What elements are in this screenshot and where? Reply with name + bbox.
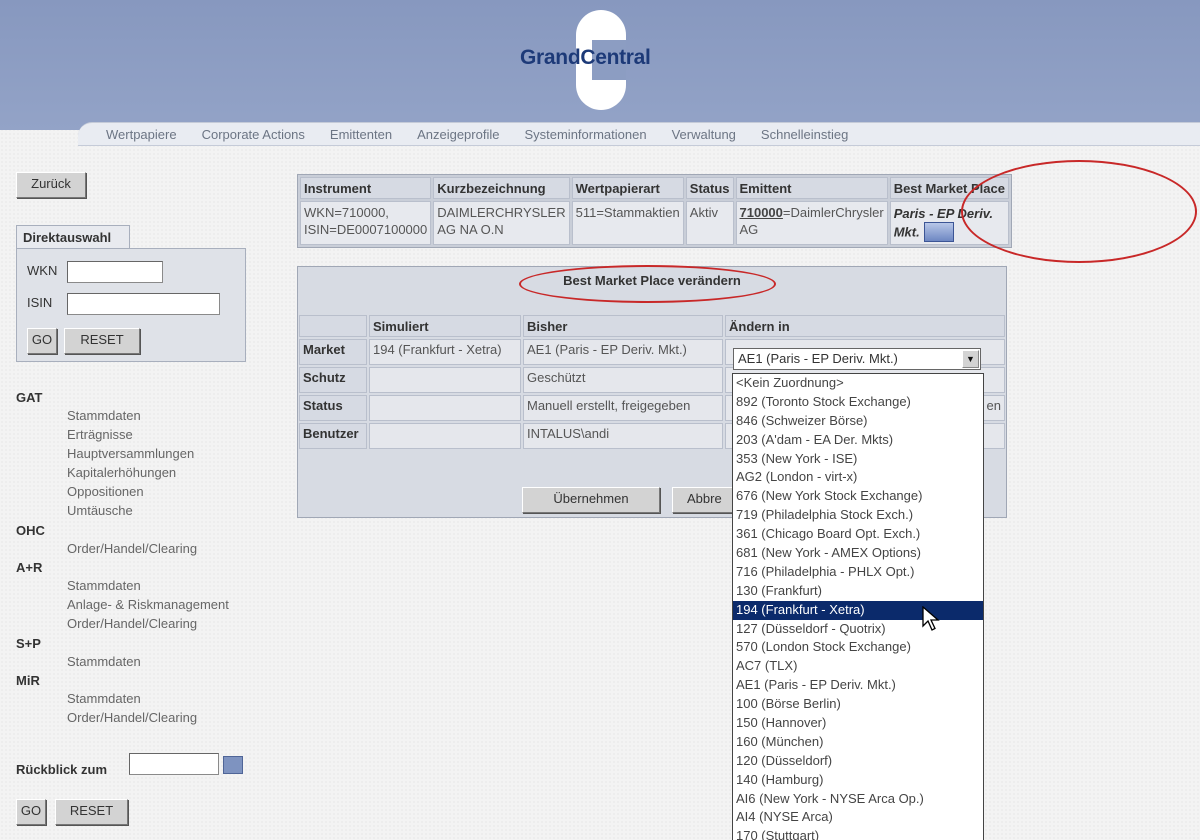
- back-button[interactable]: Zurück: [16, 172, 86, 198]
- link-gat-umtaeusche[interactable]: Umtäusche: [67, 503, 133, 518]
- direkt-go-button[interactable]: GO: [27, 328, 57, 354]
- col-emittent: Emittent: [735, 177, 888, 199]
- row-label-market: Market: [299, 339, 367, 365]
- wkn-label: WKN: [27, 263, 58, 278]
- section-mir: MiR: [16, 673, 40, 688]
- emittent-link[interactable]: 710000: [740, 205, 783, 220]
- dropdown-option[interactable]: 140 (Hamburg): [733, 771, 983, 790]
- nav-systeminformationen[interactable]: Systeminformationen: [524, 127, 646, 142]
- instrument-cell: WKN=710000, ISIN=DE0007100000: [300, 201, 432, 246]
- link-mir-order[interactable]: Order/Handel/Clearing: [67, 710, 197, 725]
- dropdown-option[interactable]: 127 (Düsseldorf - Quotrix): [733, 620, 983, 639]
- rueckblick-reset-button[interactable]: RESET: [55, 799, 128, 825]
- rueckblick-date-input[interactable]: [129, 753, 219, 775]
- calendar-icon[interactable]: [223, 756, 243, 774]
- dropdown-option[interactable]: 570 (London Stock Exchange): [733, 638, 983, 657]
- row-label-benutzer: Benutzer: [299, 423, 367, 449]
- dropdown-option[interactable]: 719 (Philadelphia Stock Exch.): [733, 506, 983, 525]
- change-panel-title: Best Market Place verändern: [563, 273, 741, 288]
- col-aendern-in: Ändern in: [725, 315, 1005, 337]
- direkt-reset-button[interactable]: RESET: [64, 328, 140, 354]
- col-best-market-place: Best Market Place: [889, 177, 1009, 199]
- instrument-info-table: Instrument Kurzbezeichnung Wertpapierart…: [297, 174, 1012, 249]
- row-label-schutz: Schutz: [299, 367, 367, 393]
- section-ohc: OHC: [16, 523, 45, 538]
- isin-input[interactable]: [67, 293, 220, 315]
- link-ohc-order[interactable]: Order/Handel/Clearing: [67, 541, 197, 556]
- dropdown-option[interactable]: 353 (New York - ISE): [733, 450, 983, 469]
- dropdown-option[interactable]: 150 (Hannover): [733, 714, 983, 733]
- dropdown-option[interactable]: AI4 (NYSE Arca): [733, 808, 983, 827]
- main-nav: Wertpapiere Corporate Actions Emittenten…: [78, 122, 1200, 146]
- col-bisher: Bisher: [523, 315, 723, 337]
- rueckblick-label: Rückblick zum: [16, 762, 108, 777]
- link-gat-ertraegnisse[interactable]: Erträgnisse: [67, 427, 133, 442]
- link-mir-stammdaten[interactable]: Stammdaten: [67, 691, 141, 706]
- dropdown-option[interactable]: 846 (Schweizer Börse): [733, 412, 983, 431]
- table-row: WKN=710000, ISIN=DE0007100000 DAIMLERCHR…: [300, 201, 1009, 246]
- link-gat-oppositionen[interactable]: Oppositionen: [67, 484, 144, 499]
- link-ar-order[interactable]: Order/Handel/Clearing: [67, 616, 197, 631]
- nav-corporate-actions[interactable]: Corporate Actions: [202, 127, 305, 142]
- nav-schnelleinstieg[interactable]: Schnelleinstieg: [761, 127, 848, 142]
- col-instrument: Instrument: [300, 177, 432, 199]
- market-dropdown-list[interactable]: <Kein Zuordnung> 892 (Toronto Stock Excha…: [732, 373, 984, 840]
- dropdown-option[interactable]: 130 (Frankfurt): [733, 582, 983, 601]
- cancel-button[interactable]: Abbre: [672, 487, 734, 513]
- rueckblick-go-button[interactable]: GO: [16, 799, 46, 825]
- logo-text: GrandCentral: [520, 46, 651, 69]
- emittent-cell: 710000=DaimlerChrysler AG: [735, 201, 888, 246]
- dropdown-option[interactable]: 203 (A'dam - EA Der. Mkts): [733, 431, 983, 450]
- apply-button[interactable]: Übernehmen: [522, 487, 660, 513]
- wkn-input[interactable]: [67, 261, 163, 283]
- wertpapierart-cell: 511=Stammaktien: [571, 201, 684, 246]
- dropdown-option[interactable]: 716 (Philadelphia - PHLX Opt.): [733, 563, 983, 582]
- direktauswahl-panel: WKN ISIN GO RESET: [16, 248, 246, 362]
- col-wertpapierart: Wertpapierart: [571, 177, 684, 199]
- dropdown-option[interactable]: AG2 (London - virt-x): [733, 468, 983, 487]
- dropdown-option[interactable]: AC7 (TLX): [733, 657, 983, 676]
- link-gat-kapitalerhoehungen[interactable]: Kapitalerhöhungen: [67, 465, 176, 480]
- col-kurzbezeichnung: Kurzbezeichnung: [433, 177, 570, 199]
- dropdown-option[interactable]: <Kein Zuordnung>: [733, 374, 983, 393]
- dropdown-option[interactable]: 892 (Toronto Stock Exchange): [733, 393, 983, 412]
- best-market-place-cell: Paris - EP Deriv. Mkt.: [889, 201, 1009, 246]
- dropdown-option[interactable]: AI6 (New York - NYSE Arca Op.): [733, 790, 983, 809]
- app-header: GrandCentral: [0, 0, 1200, 130]
- market-select-value: AE1 (Paris - EP Deriv. Mkt.): [738, 351, 898, 366]
- dropdown-option[interactable]: 170 (Stuttgart): [733, 827, 983, 840]
- dropdown-option[interactable]: 100 (Börse Berlin): [733, 695, 983, 714]
- dropdown-option[interactable]: 676 (New York Stock Exchange): [733, 487, 983, 506]
- link-gat-hauptversammlungen[interactable]: Hauptversammlungen: [67, 446, 194, 461]
- link-ar-riskmanagement[interactable]: Anlage- & Riskmanagement: [67, 597, 229, 612]
- link-gat-stammdaten[interactable]: Stammdaten: [67, 408, 141, 423]
- status-cell: Aktiv: [685, 201, 734, 246]
- link-sp-stammdaten[interactable]: Stammdaten: [67, 654, 141, 669]
- section-ar: A+R: [16, 560, 43, 575]
- col-simuliert: Simuliert: [369, 315, 521, 337]
- link-ar-stammdaten[interactable]: Stammdaten: [67, 578, 141, 593]
- chevron-down-icon[interactable]: ▼: [962, 350, 979, 368]
- dropdown-option[interactable]: 194 (Frankfurt - Xetra): [733, 600, 983, 620]
- section-gat: GAT: [16, 390, 43, 405]
- nav-wertpapiere[interactable]: Wertpapiere: [106, 127, 177, 142]
- dropdown-option[interactable]: 120 (Düsseldorf): [733, 752, 983, 771]
- nav-verwaltung[interactable]: Verwaltung: [672, 127, 736, 142]
- edit-icon[interactable]: [923, 222, 954, 243]
- section-sp: S+P: [16, 636, 41, 651]
- market-select[interactable]: AE1 (Paris - EP Deriv. Mkt.) ▼: [733, 348, 981, 370]
- nav-emittenten[interactable]: Emittenten: [330, 127, 392, 142]
- kurzbezeichnung-cell: DAIMLERCHRYSLER AG NA O.N: [433, 201, 570, 246]
- direktauswahl-tab[interactable]: Direktauswahl: [16, 225, 130, 249]
- nav-anzeigeprofile[interactable]: Anzeigeprofile: [417, 127, 499, 142]
- dropdown-option[interactable]: 160 (München): [733, 733, 983, 752]
- col-status: Status: [685, 177, 734, 199]
- dropdown-option[interactable]: 681 (New York - AMEX Options): [733, 544, 983, 563]
- row-label-status: Status: [299, 395, 367, 421]
- dropdown-option[interactable]: AE1 (Paris - EP Deriv. Mkt.): [733, 676, 983, 695]
- mouse-cursor-icon: [922, 606, 940, 631]
- isin-label: ISIN: [27, 295, 53, 310]
- dropdown-option[interactable]: 361 (Chicago Board Opt. Exch.): [733, 525, 983, 544]
